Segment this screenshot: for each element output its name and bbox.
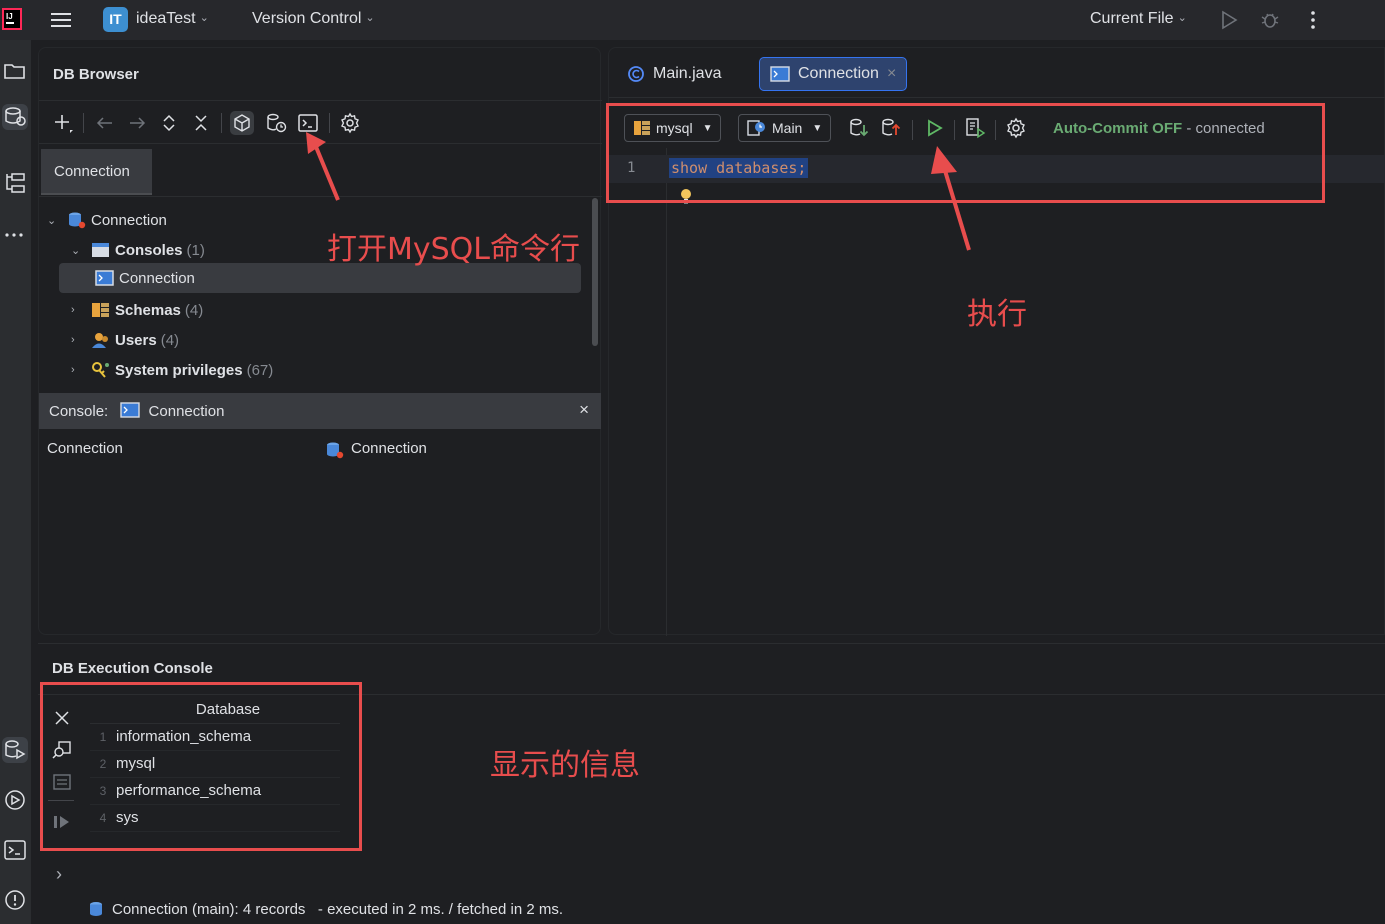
objects-filter-icon[interactable] [230,111,254,135]
toolbar-divider [221,113,222,133]
panel-title: DB Execution Console [52,660,213,677]
add-connection-icon[interactable] [51,111,75,135]
console-header-label: Console: [49,403,109,420]
intellij-logo-icon[interactable]: IJ [2,8,22,30]
chevron-down-icon: ⌄ [199,12,209,24]
tab-label: Connection [54,163,130,180]
tree-label: Consoles [115,241,183,259]
tab-connection[interactable]: Connection [41,149,152,195]
project-selector[interactable]: ideaTest ⌄ [136,10,209,28]
tree-scrollbar[interactable] [592,198,598,346]
more-options-icon[interactable] [1302,9,1324,31]
version-control-label: Version Control [252,10,362,27]
run-config-label: Current File [1090,10,1174,27]
tab-main-java[interactable]: Main.java [617,57,731,91]
connection-db-icon [327,442,344,459]
title-bar: IJ IT ideaTest ⌄ Version Control ⌄ Current… [0,0,1385,40]
tree-node-system-privileges[interactable]: › System privileges (67) [71,355,273,385]
tree-label: Schemas [115,301,181,319]
tree-count: (4) [184,301,204,319]
tree-label: Users [115,331,157,349]
annotation-open-console: 打开MySQL命令行 [327,232,581,267]
expand-arrow-icon[interactable]: › [56,864,62,885]
connection-db-icon [69,212,86,229]
close-tab-icon[interactable]: × [887,65,896,83]
debug-icon[interactable] [1259,9,1281,31]
tree-label: Connection [119,269,195,287]
chevron-down-icon: ⌄ [1177,12,1187,24]
console-details-header: Console: Connection × [39,393,601,429]
connection-db-icon [90,902,102,916]
editor-tabs: Main.java Connection × [609,48,1385,98]
annotation-arrow-icon [931,146,971,251]
structure-icon[interactable] [2,170,28,196]
tree-count: (4) [160,331,180,349]
chevron-down-icon: ⌄ [365,12,375,24]
db-execution-console-icon[interactable] [2,737,28,763]
chevron-down-icon[interactable]: ⌄ [71,244,85,257]
tree-count: (67) [246,361,274,379]
tab-label: Main.java [653,65,722,82]
property-value[interactable]: Connection [351,440,427,457]
more-tools-icon[interactable] [2,222,28,248]
collapse-all-icon[interactable] [189,111,213,135]
annotation-info-shown: 显示的信息 [490,748,640,783]
console-header-text: Console: Connection [49,402,224,420]
annotation-arrow-icon [306,132,340,201]
execution-status-bar: Connection (main): 4 records - executed … [86,894,1385,924]
project-name: ideaTest [136,10,196,27]
property-name: Connection [47,440,123,457]
users-icon [92,333,108,348]
annotation-execute: 执行 [967,297,1027,332]
chevron-right-icon[interactable]: › [71,334,85,346]
console-icon [770,66,790,82]
tree-node-schemas[interactable]: › Schemas (4) [71,295,203,325]
problems-icon[interactable] [2,887,28,913]
privileges-key-icon [92,362,109,378]
console-icon [95,270,114,286]
tree-node-connection[interactable]: ⌄ Connection [47,205,167,235]
tool-window-strip [0,40,32,924]
chevron-right-icon[interactable]: › [71,364,85,376]
db-browser-icon[interactable] [2,104,28,130]
main-menu-icon[interactable] [50,10,72,30]
schemas-icon [92,303,109,317]
chevron-down-icon[interactable]: ⌄ [47,214,61,227]
chevron-right-icon[interactable]: › [71,304,85,316]
toolbar-divider [83,113,84,133]
run-config-selector[interactable]: Current File ⌄ [1090,10,1187,28]
console-header-name: Connection [148,403,225,420]
terminal-icon[interactable] [2,837,28,863]
tree-node-users[interactable]: › Users (4) [71,325,179,355]
expand-all-icon[interactable] [157,111,181,135]
close-icon[interactable]: × [579,400,589,420]
project-folder-icon[interactable] [2,58,28,84]
panel-title: DB Browser [53,66,139,83]
tab-label: Connection [798,65,879,82]
version-control-menu[interactable]: Version Control ⌄ [252,10,375,28]
open-sql-console-icon[interactable] [264,111,288,135]
tree-label: System privileges [115,361,243,379]
forward-icon[interactable] [125,111,149,135]
project-badge[interactable]: IT [103,7,128,32]
services-icon[interactable] [2,787,28,813]
tree-label: Connection [91,211,167,229]
console-icon [120,402,141,418]
execution-status-text: Connection (main): 4 records - executed … [112,900,564,918]
annotation-box-results [40,682,362,851]
tree-count: (1) [186,241,205,259]
back-icon[interactable] [93,111,117,135]
tree-node-consoles[interactable]: ⌄ Consoles (1) [71,235,205,265]
run-icon[interactable] [1218,9,1240,31]
consoles-icon [92,243,109,257]
svg-text:IJ: IJ [6,12,13,21]
gutter-separator [666,148,667,636]
java-class-icon [628,66,644,82]
tab-connection-console[interactable]: Connection × [759,57,908,91]
